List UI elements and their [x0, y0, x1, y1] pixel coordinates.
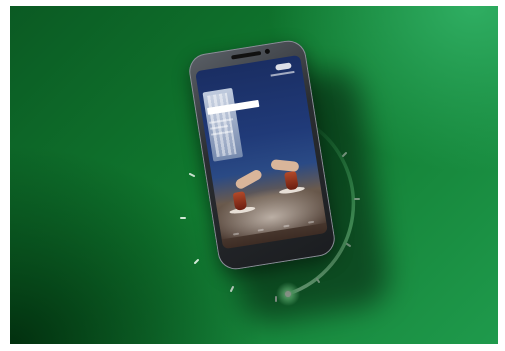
app-logo-line [270, 70, 295, 77]
hand [233, 168, 264, 191]
nav-dot [257, 228, 265, 232]
promo-banner [10, 6, 498, 344]
nav-dot [282, 224, 290, 228]
left-tick [194, 259, 199, 264]
phone-screen [195, 54, 328, 250]
tea-glass-icon [232, 191, 248, 211]
app-logo [275, 62, 292, 71]
hand [270, 159, 300, 172]
phone-camera [264, 48, 271, 55]
nav-dot [307, 220, 315, 224]
left-tick [189, 173, 195, 177]
nav-dot [232, 232, 240, 236]
tea-glass-icon [284, 170, 299, 191]
left-tick [230, 286, 234, 292]
phone-speaker [231, 50, 262, 60]
